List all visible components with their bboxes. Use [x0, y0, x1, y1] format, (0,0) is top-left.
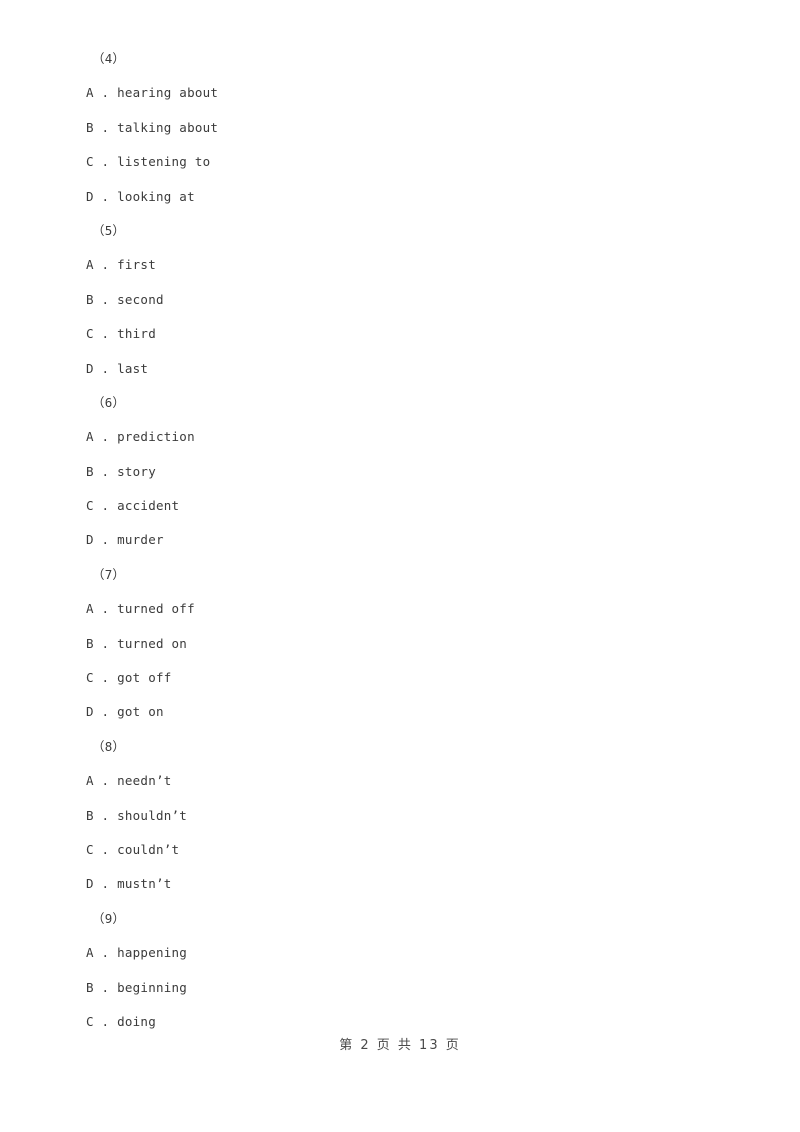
question-list: （4） A . hearing about B . talking about … — [86, 42, 726, 1039]
question-block: （5） A . first B . second C . third D . l… — [86, 214, 726, 386]
option-b[interactable]: B . shouldn’t — [86, 799, 726, 833]
option-d[interactable]: D . looking at — [86, 180, 726, 214]
option-a[interactable]: A . hearing about — [86, 76, 726, 110]
option-c[interactable]: C . got off — [86, 661, 726, 695]
option-b[interactable]: B . talking about — [86, 111, 726, 145]
page-footer: 第 2 页 共 13 页 — [339, 1038, 461, 1053]
question-block: （4） A . hearing about B . talking about … — [86, 42, 726, 214]
document-page: （4） A . hearing about B . talking about … — [0, 0, 800, 1132]
option-c[interactable]: C . third — [86, 317, 726, 351]
question-number: （9） — [92, 910, 126, 926]
question-number: （6） — [92, 394, 126, 410]
option-c[interactable]: C . accident — [86, 489, 726, 523]
option-b[interactable]: B . beginning — [86, 971, 726, 1005]
question-block: （9） A . happening B . beginning C . doin… — [86, 902, 726, 1040]
option-b[interactable]: B . turned on — [86, 627, 726, 661]
option-a[interactable]: A . happening — [86, 936, 726, 970]
option-b[interactable]: B . story — [86, 455, 726, 489]
option-a[interactable]: A . needn’t — [86, 764, 726, 798]
question-number: （8） — [92, 738, 126, 754]
question-block: （7） A . turned off B . turned on C . got… — [86, 558, 726, 730]
question-number: （5） — [92, 222, 126, 238]
question-number: （4） — [92, 51, 126, 66]
option-d[interactable]: D . got on — [86, 695, 726, 729]
option-a[interactable]: A . first — [86, 248, 726, 282]
option-c[interactable]: C . couldn’t — [86, 833, 726, 867]
option-d[interactable]: D . murder — [86, 523, 726, 557]
option-c[interactable]: C . listening to — [86, 145, 726, 179]
option-a[interactable]: A . turned off — [86, 592, 726, 626]
question-block: （8） A . needn’t B . shouldn’t C . couldn… — [86, 730, 726, 902]
option-d[interactable]: D . mustn’t — [86, 867, 726, 901]
question-block: （6） A . prediction B . story C . acciden… — [86, 386, 726, 558]
option-b[interactable]: B . second — [86, 283, 726, 317]
question-number: （7） — [92, 566, 126, 582]
option-d[interactable]: D . last — [86, 352, 726, 386]
option-a[interactable]: A . prediction — [86, 420, 726, 454]
